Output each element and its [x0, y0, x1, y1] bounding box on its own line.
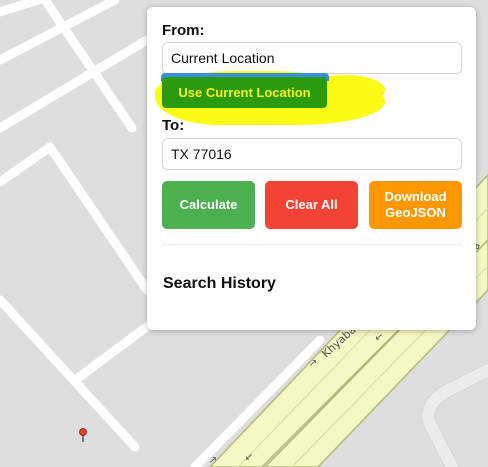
- panel-divider: [162, 244, 462, 245]
- route-panel: From: Use Current Location To: Calculate…: [147, 7, 476, 330]
- clear-all-button[interactable]: Clear All: [265, 181, 358, 229]
- from-input[interactable]: [162, 42, 462, 74]
- download-geojson-button[interactable]: Download GeoJSON: [369, 181, 462, 229]
- use-current-location-button[interactable]: Use Current Location: [162, 77, 327, 108]
- to-input[interactable]: [162, 138, 462, 170]
- to-label: To:: [162, 117, 185, 134]
- search-history-title: Search History: [163, 275, 276, 292]
- calculate-button[interactable]: Calculate: [162, 181, 255, 229]
- from-label: From:: [162, 22, 205, 39]
